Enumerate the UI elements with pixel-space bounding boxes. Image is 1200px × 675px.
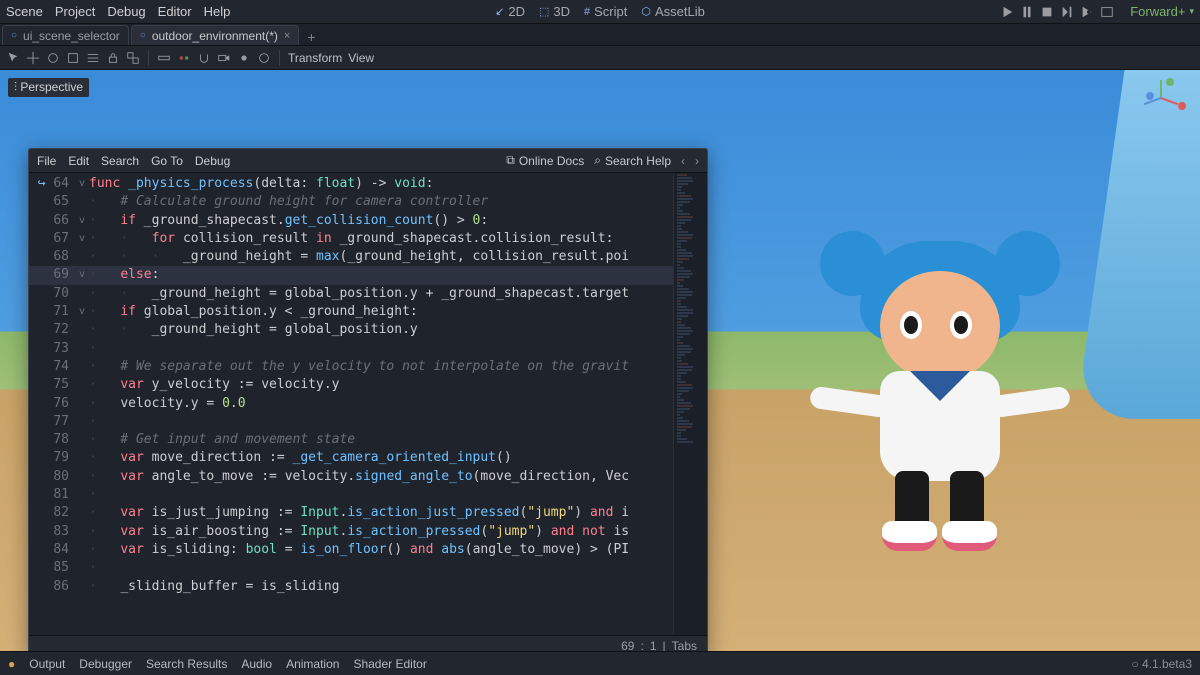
add-scene-icon[interactable]: + <box>301 29 321 45</box>
bottom-panel-debugger[interactable]: Debugger <box>79 657 132 671</box>
script-menu-file[interactable]: File <box>37 154 56 168</box>
scene-character <box>800 201 1080 581</box>
spatial-toolstrip: Transform View <box>0 46 1200 70</box>
scene-tab[interactable]: ○ui_scene_selector <box>2 25 129 45</box>
playback-controls: Forward+ ▾ <box>1000 4 1194 19</box>
menu-help[interactable]: Help <box>204 4 231 19</box>
code-line[interactable]: 78· # Get input and movement state <box>29 431 673 449</box>
script-menu-debug[interactable]: Debug <box>195 154 230 168</box>
lock-icon[interactable] <box>106 51 120 65</box>
ruler-icon[interactable] <box>157 51 171 65</box>
environment-icon[interactable] <box>257 51 271 65</box>
code-line[interactable]: 83· var is_air_boosting := Input.is_acti… <box>29 523 673 541</box>
workspace-tabs: ↙2D ⬚3D #Script ⬡AssetLib <box>495 4 705 19</box>
bottom-panel-output[interactable]: Output <box>29 657 65 671</box>
script-menu-search[interactable]: Search <box>101 154 139 168</box>
code-line[interactable]: 79· var move_direction := _get_camera_or… <box>29 449 673 467</box>
transform-menu[interactable]: Transform <box>288 51 342 65</box>
stop-icon[interactable] <box>1040 5 1054 19</box>
scene-tab[interactable]: ○outdoor_environment(*)× <box>131 25 300 45</box>
perspective-badge[interactable]: ⫶ Perspective <box>8 78 89 97</box>
code-line[interactable]: 75· var y_velocity := velocity.y <box>29 376 673 394</box>
move-icon[interactable] <box>26 51 40 65</box>
code-line[interactable]: 85· <box>29 559 673 577</box>
code-line[interactable]: 81· <box>29 486 673 504</box>
script-menu-go-to[interactable]: Go To <box>151 154 183 168</box>
menu-editor[interactable]: Editor <box>158 4 192 19</box>
code-line[interactable]: ↪ 64vfunc _physics_process(delta: float)… <box>29 175 673 193</box>
code-line[interactable]: 69v· else: <box>29 266 673 284</box>
scene-waterfall <box>1076 70 1200 419</box>
code-line[interactable]: 65· # Calculate ground height for camera… <box>29 193 673 211</box>
cursor-col: 1 <box>650 639 657 652</box>
menu-debug[interactable]: Debug <box>107 4 145 19</box>
workspace-tab-assetlib[interactable]: ⬡AssetLib <box>641 4 704 19</box>
rotate-icon[interactable] <box>46 51 60 65</box>
render-method-selector[interactable]: Forward+ ▾ <box>1130 4 1194 19</box>
main-menubar: Scene Project Debug Editor Help ↙2D ⬚3D #Scrip… <box>0 0 1200 24</box>
bottom-dock: ● Output Debugger Search Results Audio Animat… <box>0 651 1200 675</box>
bottom-panel-shader-editor[interactable]: Shader Editor <box>353 657 426 671</box>
script-online-docs[interactable]: ⧉Online Docs <box>506 153 584 168</box>
3d-viewport[interactable]: ⫶ Perspective File Edit Search Go To Debug ⧉… <box>0 70 1200 651</box>
code-line[interactable]: 74· # We separate out the y velocity to … <box>29 358 673 376</box>
code-line[interactable]: 86· _sliding_buffer = is_sliding <box>29 578 673 596</box>
separator <box>148 50 149 66</box>
bottom-panel-animation[interactable]: Animation <box>286 657 339 671</box>
play-custom-icon[interactable] <box>1080 5 1094 19</box>
code-line[interactable]: 77· <box>29 413 673 431</box>
script-editor-panel: File Edit Search Go To Debug ⧉Online Docs ⌕Se… <box>28 148 708 651</box>
code-line[interactable]: 73· <box>29 340 673 358</box>
menu-project[interactable]: Project <box>55 4 95 19</box>
code-line[interactable]: 72· · _ground_height = global_position.y <box>29 321 673 339</box>
movie-icon[interactable] <box>1100 5 1114 19</box>
play-icon[interactable] <box>1000 5 1014 19</box>
script-nav-back[interactable]: ‹ <box>681 154 685 168</box>
script-search-help[interactable]: ⌕Search Help <box>594 153 671 168</box>
version-label[interactable]: ○ 4.1.beta3 <box>1131 657 1192 671</box>
workspace-tab-script[interactable]: #Script <box>584 4 627 19</box>
code-line[interactable]: 66v· if _ground_shapecast.get_collision_… <box>29 212 673 230</box>
play-scene-icon[interactable] <box>1060 5 1074 19</box>
local-space-icon[interactable] <box>177 51 191 65</box>
script-menubar: File Edit Search Go To Debug ⧉Online Docs ⌕Se… <box>29 149 707 173</box>
code-line[interactable]: 84· var is_sliding: bool = is_on_floor()… <box>29 541 673 559</box>
script-menu-edit[interactable]: Edit <box>68 154 89 168</box>
select-icon[interactable] <box>6 51 20 65</box>
indent-mode[interactable]: Tabs <box>672 639 697 652</box>
script-nav-forward[interactable]: › <box>695 154 699 168</box>
group-icon[interactable] <box>126 51 140 65</box>
code-line[interactable]: 80· var angle_to_move := velocity.signed… <box>29 468 673 486</box>
workspace-tab-3d[interactable]: ⬚3D <box>539 4 570 19</box>
code-line[interactable]: 68· · · _ground_height = max(_ground_hei… <box>29 248 673 266</box>
separator <box>279 50 280 66</box>
scale-icon[interactable] <box>66 51 80 65</box>
view-menu[interactable]: View <box>348 51 374 65</box>
output-indicator-icon: ● <box>8 657 15 671</box>
code-line[interactable]: 76· velocity.y = 0.0 <box>29 395 673 413</box>
close-icon[interactable]: × <box>284 30 290 42</box>
cursor-line: 69 <box>621 639 634 652</box>
bottom-panel-audio[interactable]: Audio <box>241 657 272 671</box>
script-status-bar: 69 : 1 | Tabs <box>29 635 707 651</box>
minimap[interactable] <box>673 173 707 635</box>
bottom-panel-search-results[interactable]: Search Results <box>146 657 227 671</box>
code-line[interactable]: 67v· · for collision_result in _ground_s… <box>29 230 673 248</box>
pause-icon[interactable] <box>1020 5 1034 19</box>
workspace-tab-2d[interactable]: ↙2D <box>495 4 525 19</box>
code-editor[interactable]: ↪ 64vfunc _physics_process(delta: float)… <box>29 173 707 635</box>
camera-override-icon[interactable] <box>217 51 231 65</box>
snap-icon[interactable] <box>197 51 211 65</box>
code-line[interactable]: 82· var is_just_jumping := Input.is_acti… <box>29 504 673 522</box>
menu-scene[interactable]: Scene <box>6 4 43 19</box>
scene-tab-bar: ○ui_scene_selector○outdoor_environment(*… <box>0 24 1200 46</box>
code-line[interactable]: 70· · _ground_height = global_position.y… <box>29 285 673 303</box>
list-select-icon[interactable] <box>86 51 100 65</box>
sun-icon[interactable] <box>237 51 251 65</box>
viewport-gizmo[interactable] <box>1150 78 1190 118</box>
code-line[interactable]: 71v· if global_position.y < _ground_heig… <box>29 303 673 321</box>
